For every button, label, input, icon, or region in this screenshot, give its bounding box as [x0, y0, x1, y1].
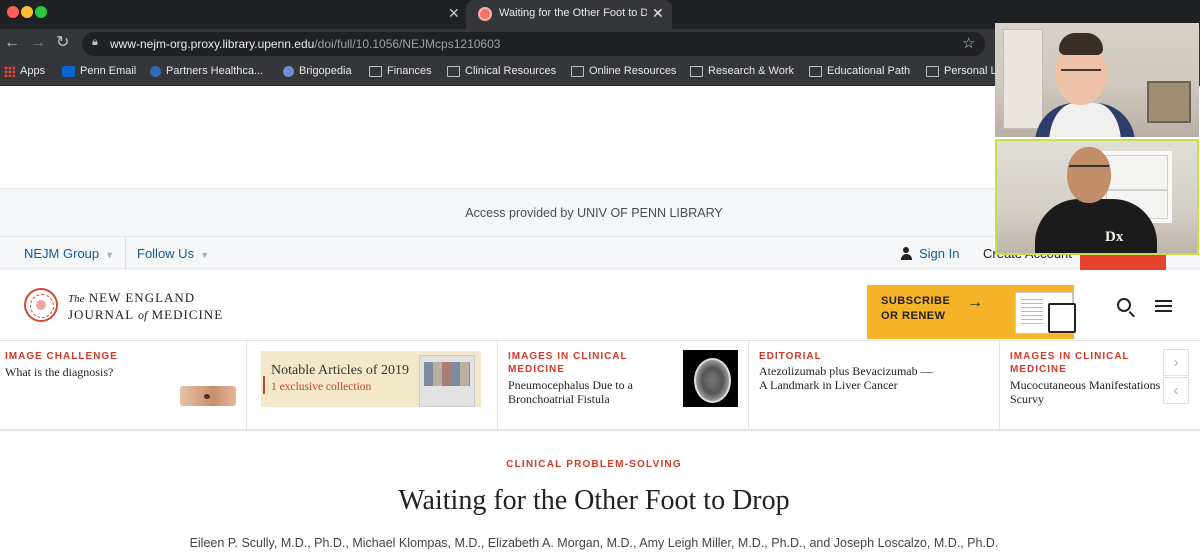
nejm-favicon-icon	[478, 7, 492, 21]
lock-icon: 🔒︎	[92, 36, 98, 48]
participant-shirt	[1035, 199, 1157, 253]
divider	[246, 341, 247, 430]
nejm-wordmark[interactable]: The NEW ENGLAND JOURNAL of MEDICINE	[68, 290, 223, 323]
subscribe-or-renew-banner[interactable]: SUBSCRIBE OR RENEW →	[867, 285, 1076, 339]
carousel-next-button[interactable]: ›	[1163, 349, 1189, 376]
image-challenge-thumbnail	[180, 386, 236, 406]
folder-icon	[369, 65, 382, 77]
accent-bar	[263, 376, 265, 394]
nejm-seal-logo[interactable]	[24, 288, 58, 322]
inactive-tab-close-icon[interactable]: ✕	[448, 5, 460, 22]
bookmark-educational-path[interactable]: Educational Path	[809, 65, 910, 77]
video-tile-participant-1[interactable]	[995, 23, 1199, 137]
caret-down-icon: ▼	[105, 250, 115, 260]
participant-glasses	[1061, 69, 1101, 79]
notable-articles-cover	[419, 355, 475, 407]
outlook-icon	[62, 65, 75, 77]
address-bar[interactable]: 🔒︎ www-nejm-org.proxy.library.upenn.edu/…	[82, 32, 985, 56]
article-title: Waiting for the Other Foot to Drop	[398, 485, 790, 516]
carousel-card-scurvy[interactable]: IMAGES IN CLINICAL MEDICINE Mucocutaneou…	[1000, 341, 1160, 430]
carousel-card-image-challenge[interactable]: IMAGE CHALLENGE What is the diagnosis?	[0, 341, 246, 430]
shirt-logo-text: Dx	[1105, 229, 1124, 245]
folder-icon	[809, 65, 822, 77]
forward-arrow-icon[interactable]: →	[30, 34, 46, 52]
maximize-window-button[interactable]	[35, 6, 47, 18]
brigopedia-icon	[283, 65, 294, 77]
folder-icon	[926, 65, 939, 77]
bookmark-penn-email[interactable]: Penn Email	[62, 65, 136, 77]
folder-icon	[571, 65, 584, 77]
apps-grid-icon	[4, 65, 15, 77]
carousel-prev-button[interactable]: ‹	[1163, 377, 1189, 404]
screen: ✕ Waiting for the Other Foot to Drop ✕ ←…	[0, 0, 1200, 558]
article-section-label[interactable]: CLINICAL PROBLEM-SOLVING	[0, 459, 1188, 470]
divider	[125, 237, 126, 270]
folder-icon	[447, 65, 460, 77]
video-tile-participant-2-active-speaker[interactable]: Dx	[995, 139, 1199, 255]
arrow-right-icon: →	[967, 294, 983, 311]
sign-in-link[interactable]: Sign In	[900, 246, 959, 261]
participant-shirt	[1035, 103, 1135, 137]
search-icon[interactable]	[1117, 298, 1131, 312]
article-authors: Eileen P. Scully, M.D., Ph.D., Michael K…	[189, 536, 999, 550]
active-tab-title: Waiting for the Other Foot to Drop	[499, 7, 647, 19]
featured-carousel: IMAGE CHALLENGE What is the diagnosis? N…	[0, 340, 1200, 431]
minimize-window-button[interactable]	[21, 6, 33, 18]
masthead: The NEW ENGLAND JOURNAL of MEDICINE SUBS…	[0, 270, 1200, 340]
background-picture-frame	[1147, 81, 1191, 123]
reload-icon[interactable]: ↻	[56, 34, 69, 52]
participant-face	[1067, 147, 1111, 203]
close-window-button[interactable]	[7, 6, 19, 18]
bookmark-star-icon[interactable]: ☆	[962, 34, 975, 52]
active-tab[interactable]: Waiting for the Other Foot to Drop ✕	[466, 0, 672, 29]
back-arrow-icon[interactable]: ←	[4, 34, 20, 52]
participant-glasses	[1069, 165, 1109, 173]
devices-illustration	[1015, 292, 1076, 334]
caret-down-icon: ▼	[200, 250, 209, 260]
hamburger-menu-icon[interactable]	[1155, 300, 1172, 312]
bookmark-finances[interactable]: Finances	[369, 65, 432, 77]
partners-icon	[150, 65, 161, 77]
bookmark-research-work[interactable]: Research & Work	[690, 65, 794, 77]
participant-hair	[1059, 33, 1103, 55]
bookmark-personal[interactable]: Personal L	[926, 65, 997, 77]
bookmark-brigopedia[interactable]: Brigopedia	[283, 65, 352, 77]
bookmark-apps[interactable]: Apps	[4, 65, 45, 77]
url-text: www-nejm-org.proxy.library.upenn.edu/doi…	[110, 37, 501, 51]
notable-articles-banner[interactable]: Notable Articles of 2019 1 exclusive col…	[261, 351, 481, 407]
bookmark-partners[interactable]: Partners Healthca...	[150, 65, 263, 77]
carousel-card-editorial[interactable]: EDITORIAL Atezolizumab plus Bevacizumab …	[749, 341, 999, 430]
follow-us-dropdown[interactable]: Follow Us ▼	[137, 246, 209, 261]
person-icon	[900, 247, 913, 260]
nejm-group-dropdown[interactable]: NEJM Group ▼	[24, 246, 114, 261]
bookmark-clinical-resources[interactable]: Clinical Resources	[447, 65, 556, 77]
ct-scan-thumbnail	[683, 350, 738, 407]
folder-icon	[690, 65, 703, 77]
tab-close-icon[interactable]: ✕	[652, 5, 664, 22]
background-door	[1003, 29, 1043, 129]
bookmark-online-resources[interactable]: Online Resources	[571, 65, 676, 77]
